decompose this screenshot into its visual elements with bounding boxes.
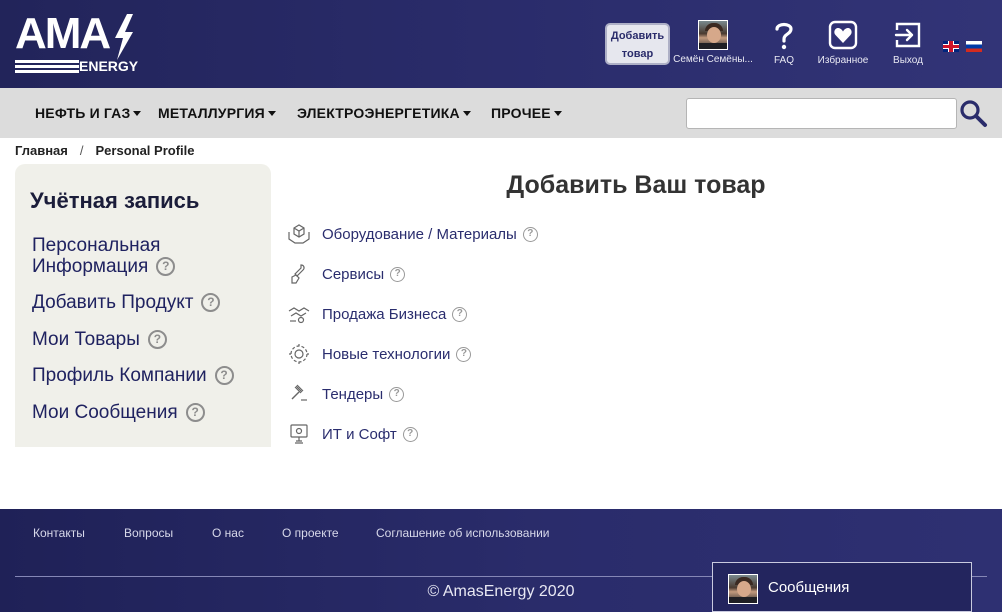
category-services[interactable]: Сервисы ? [287, 261, 406, 287]
caret-down-icon [462, 110, 471, 116]
footer-link-contacts[interactable]: Контакты [33, 526, 85, 540]
category-new-tech[interactable]: Новые технологии ? [287, 341, 472, 367]
box-hands-icon [288, 224, 310, 244]
uk-flag-icon[interactable] [943, 41, 959, 53]
nav-electric-power-label: ЭЛЕКТРОЭНЕРГЕТИКА [297, 105, 460, 121]
help-icon[interactable]: ? [201, 293, 221, 313]
nav-metallurgy[interactable]: МЕТАЛЛУРГИЯ [158, 105, 276, 121]
help-icon[interactable]: ? [147, 330, 167, 350]
messages-widget[interactable]: Сообщения [712, 562, 972, 612]
breadcrumb: Главная / Personal Profile [15, 143, 194, 158]
sidebar-item-label: Персональная [32, 235, 161, 256]
help-icon[interactable]: ? [522, 226, 538, 242]
category-label: ИТ и Софт [322, 425, 397, 443]
amas-energy-logo[interactable]: AMA ENERGY [15, 9, 138, 76]
help-icon[interactable]: ? [456, 346, 472, 362]
sidebar-item-label: Мои Товары [32, 329, 140, 350]
nav-oil-gas-label: НЕФТЬ И ГАЗ [35, 105, 131, 121]
search-icon[interactable] [958, 98, 988, 128]
sidebar-item-my-messages[interactable]: Мои Сообщения? [32, 402, 205, 423]
category-navbar: НЕФТЬ И ГАЗ МЕТАЛЛУРГИЯ ЭЛЕКТРОЭНЕРГЕТИК… [0, 88, 1002, 138]
help-icon[interactable]: ? [452, 306, 468, 322]
category-tenders[interactable]: Тендеры ? [287, 381, 405, 407]
add-product-label-line1: Добавить [610, 30, 665, 42]
sidebar-item-label: Профиль Компании [32, 365, 207, 386]
user-avatar [698, 20, 728, 50]
sidebar-item-label: Добавить Продукт [32, 292, 194, 313]
user-avatar [728, 574, 758, 604]
sidebar-item-my-products[interactable]: Мои Товары? [32, 329, 167, 350]
footer-link-questions[interactable]: Вопросы [124, 526, 173, 540]
logo-sub-text: ENERGY [79, 58, 139, 74]
sidebar-item-personal-info[interactable]: Персональная Информация? [32, 235, 176, 277]
monitor-gear-icon [290, 424, 308, 444]
messages-label: Сообщения [768, 579, 850, 596]
footer-link-terms[interactable]: Соглашение об использовании [376, 526, 550, 540]
caret-down-icon [133, 110, 142, 116]
breadcrumb-current: Personal Profile [95, 143, 195, 158]
nav-other[interactable]: ПРОЧЕЕ [491, 105, 562, 121]
add-product-button[interactable]: Добавить товар [605, 23, 670, 65]
handshake-icon [288, 307, 310, 324]
logout-icon [894, 22, 921, 48]
nav-oil-gas[interactable]: НЕФТЬ И ГАЗ [35, 105, 142, 121]
logout-label: Выход [893, 55, 923, 66]
lightning-bolt-icon [115, 14, 133, 60]
search-input[interactable] [686, 98, 957, 129]
top-header: AMA ENERGY Добавить товар Семён Семёны..… [0, 0, 1002, 88]
category-label: Новые технологии [322, 345, 451, 363]
heart-icon [828, 20, 858, 50]
sidebar-item-add-product[interactable]: Добавить Продукт? [32, 292, 221, 313]
sidebar-title: Учётная запись [30, 188, 200, 213]
help-icon[interactable]: ? [389, 386, 405, 402]
question-mark-icon [775, 22, 793, 50]
category-equipment[interactable]: Оборудование / Материалы ? [287, 221, 538, 247]
help-icon[interactable]: ? [402, 426, 418, 442]
language-switcher [943, 38, 985, 56]
user-name: Семён Семёны... [673, 54, 753, 65]
nav-metallurgy-label: МЕТАЛЛУРГИЯ [158, 105, 265, 121]
logo-main-text: AMA [15, 9, 111, 58]
category-label: Тендеры [322, 385, 384, 403]
help-icon[interactable]: ? [214, 366, 234, 386]
caret-down-icon [553, 110, 562, 116]
account-sidebar: Учётная запись Персональная Информация? … [15, 164, 271, 447]
footer-link-project[interactable]: О проекте [282, 526, 339, 540]
logout-link[interactable]: Выход [888, 20, 928, 66]
sidebar-item-label: Информация [32, 256, 149, 277]
nav-electric-power[interactable]: ЭЛЕКТРОЭНЕРГЕТИКА [297, 105, 471, 121]
caret-down-icon [267, 110, 276, 116]
sidebar-item-label: Мои Сообщения [32, 402, 178, 423]
breadcrumb-separator: / [79, 143, 84, 158]
sidebar-item-company-profile[interactable]: Профиль Компании? [32, 365, 234, 386]
faq-label: FAQ [773, 55, 794, 66]
user-profile-menu[interactable]: Семён Семёны... [672, 20, 754, 65]
faq-link[interactable]: FAQ [768, 20, 800, 66]
help-icon[interactable]: ? [390, 266, 406, 282]
help-icon[interactable]: ? [185, 403, 205, 423]
gavel-icon [291, 384, 307, 401]
category-label: Оборудование / Материалы [322, 225, 517, 243]
category-label: Сервисы [322, 265, 385, 283]
page-title: Добавить Ваш товар [506, 171, 766, 199]
favorites-label: Избранное [817, 55, 869, 66]
logo-stripes [15, 60, 79, 74]
nav-other-label: ПРОЧЕЕ [491, 105, 551, 121]
category-it-software[interactable]: ИТ и Софт ? [287, 421, 418, 447]
add-product-label-line2: товар [621, 48, 654, 60]
gear-tech-icon [289, 344, 309, 364]
russia-flag-icon[interactable] [966, 41, 983, 53]
category-business-sale[interactable]: Продажа Бизнеса ? [287, 301, 468, 327]
favorites-link[interactable]: Избранное [812, 20, 874, 66]
category-label: Продажа Бизнеса [322, 305, 447, 323]
breadcrumb-home[interactable]: Главная [15, 143, 68, 158]
wrench-hand-icon [291, 264, 305, 284]
footer-link-about[interactable]: О нас [212, 526, 244, 540]
help-icon[interactable]: ? [156, 257, 176, 277]
